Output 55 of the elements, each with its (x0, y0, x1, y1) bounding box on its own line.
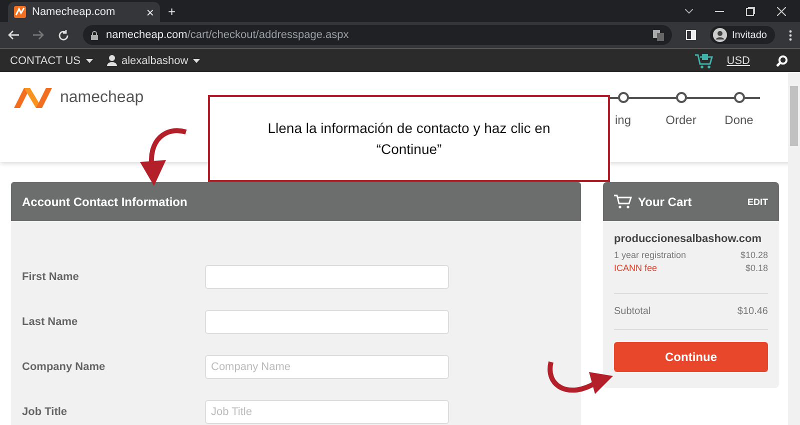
avatar-icon (712, 28, 727, 42)
input-field[interactable]: Company Name (205, 355, 449, 379)
browser-tab[interactable]: Namecheap.com × (8, 2, 160, 22)
domain-name: produccionesalbashow.com (614, 233, 763, 245)
lock-icon (91, 30, 98, 40)
chevron-icon[interactable] (685, 8, 693, 14)
logo-icon (12, 86, 54, 110)
currency-link[interactable]: USD (726, 54, 750, 66)
minimize-icon[interactable] (715, 10, 724, 12)
field-label: Job Title (22, 406, 68, 418)
contact-us-menu[interactable]: CONTACT US (10, 54, 92, 66)
step-label: Done (724, 113, 754, 127)
forward-icon[interactable] (33, 30, 44, 40)
field-label: First Name (22, 271, 80, 283)
line-label: ICANN fee (614, 263, 658, 273)
reload-icon[interactable] (58, 30, 69, 40)
subtotal-label: Subtotal (614, 306, 651, 317)
input-field[interactable] (205, 310, 449, 334)
url-domain: namecheap.com (106, 29, 188, 41)
step-label: Order (666, 113, 696, 127)
logo-icon (14, 6, 26, 18)
back-icon[interactable] (8, 30, 19, 40)
account-menu[interactable]: alexalbashow (106, 54, 200, 66)
address-bar[interactable]: namecheap.com/cart/checkout/addresspage.aspx (83, 25, 672, 45)
scrollbar[interactable] (788, 72, 800, 425)
line-amount: $10.28 (740, 250, 768, 260)
side-panel-icon[interactable] (686, 30, 696, 40)
cart-icon (614, 194, 632, 209)
input-field[interactable]: Job Title (205, 400, 449, 424)
step-label: ing (614, 113, 631, 127)
field-label: Company Name (22, 361, 106, 373)
caret-icon (86, 58, 92, 62)
profile-button[interactable]: Invitado (710, 26, 775, 44)
close-icon[interactable] (777, 6, 786, 16)
continue-button[interactable]: Continue (614, 342, 768, 372)
caret-icon (193, 58, 200, 62)
panel-title: Account Contact Information (11, 182, 581, 221)
new-tab-button[interactable]: + (168, 4, 176, 18)
callout-text: Llena la información de contacto y haz clic en “Continue” (266, 119, 552, 158)
close-tab-button[interactable]: × (146, 4, 154, 20)
line-label: 1 year registration (614, 250, 686, 260)
subtotal-amount: $10.46 (737, 306, 768, 317)
input-field[interactable] (205, 265, 449, 289)
line-amount: $0.18 (745, 263, 768, 273)
menu-icon[interactable] (789, 30, 792, 40)
field-label: Last Name (22, 316, 79, 328)
edit-link[interactable]: EDIT (747, 196, 768, 206)
cart-icon[interactable] (694, 52, 713, 68)
translate-icon[interactable] (652, 30, 664, 40)
url-path: /cart/checkout/addresspage.aspx (187, 29, 349, 41)
user-icon (106, 55, 116, 66)
tab-title: Namecheap.com (32, 6, 116, 18)
cart-title: Your Cart (638, 194, 693, 208)
logo-text: namecheap (60, 89, 144, 107)
restore-icon[interactable] (746, 6, 755, 16)
